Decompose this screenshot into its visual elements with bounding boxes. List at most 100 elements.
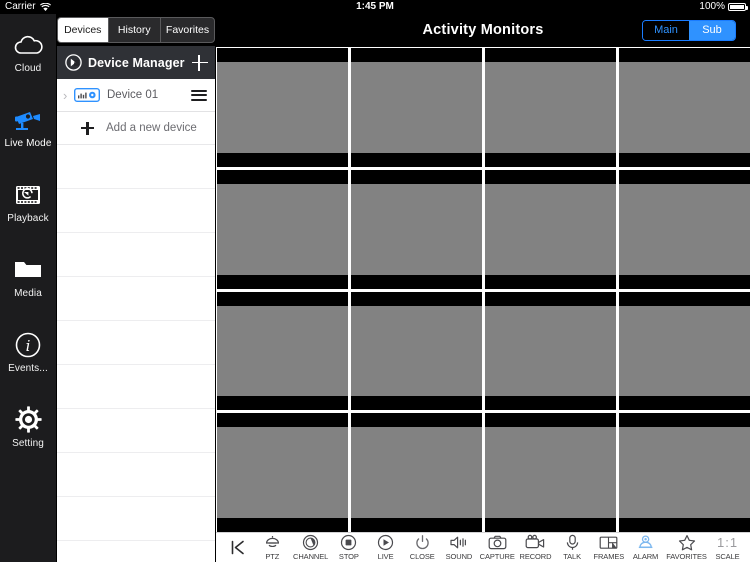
toolbar-button-record[interactable]: RECORD bbox=[519, 534, 552, 561]
toolbar-button-frames[interactable]: FRAMES bbox=[593, 534, 625, 561]
toolbar-item-list: PTZ CHANNEL STOP LIVE CLOSE SOUND CAPTURE RECOR… bbox=[252, 534, 750, 561]
toolbar-button-label: FAVORITES bbox=[666, 552, 707, 561]
info-icon: i bbox=[11, 330, 45, 360]
plus-icon bbox=[81, 121, 94, 135]
video-cell[interactable] bbox=[485, 48, 616, 167]
toolbar-button-label: CHANNEL bbox=[293, 552, 329, 561]
video-stream-area bbox=[351, 183, 482, 275]
toolbar-button-label: FRAMES bbox=[593, 552, 625, 561]
tab-history[interactable]: History bbox=[107, 17, 160, 43]
tab-devices[interactable]: Devices bbox=[57, 17, 108, 43]
empty-list-rows bbox=[57, 145, 215, 541]
power-icon bbox=[414, 534, 431, 551]
sidebar-nav: Cloud Live Mode Playback Media i Events.… bbox=[0, 14, 56, 562]
toolbar-button-label: PTZ bbox=[265, 552, 280, 561]
video-stream-area bbox=[485, 305, 616, 397]
sidebar-item-label: Live Mode bbox=[4, 137, 52, 149]
video-cell[interactable] bbox=[619, 291, 750, 411]
toolbar-button-scale[interactable]: 1:1 SCALE bbox=[712, 534, 744, 561]
tab-favorites[interactable]: Favorites bbox=[160, 17, 215, 43]
sidebar-item-events[interactable]: i Events... bbox=[0, 314, 56, 389]
device-manager-header: Device Manager bbox=[57, 46, 215, 79]
status-bar: Carrier 1:45 PM 100% bbox=[0, 0, 750, 14]
video-cell[interactable] bbox=[217, 169, 348, 289]
sidebar-item-media[interactable]: Media bbox=[0, 239, 56, 314]
video-stream-area bbox=[485, 183, 616, 275]
add-new-device-row[interactable]: Add a new device bbox=[57, 112, 215, 145]
toolbar-button-label: STOP bbox=[338, 552, 359, 561]
list-item[interactable]: › Device 01 bbox=[57, 79, 215, 112]
add-device-plus-button[interactable] bbox=[191, 54, 209, 72]
device-manager-title: Device Manager bbox=[88, 55, 185, 70]
video-cell[interactable] bbox=[217, 291, 348, 411]
video-stream-area bbox=[485, 427, 616, 518]
video-stream-area bbox=[351, 62, 482, 153]
video-cell[interactable] bbox=[351, 291, 482, 411]
toolbar-button-stop[interactable]: STOP bbox=[333, 534, 365, 561]
video-cell[interactable] bbox=[485, 291, 616, 411]
toolbar-button-sound[interactable]: SOUND bbox=[443, 534, 475, 561]
toolbar-button-label: LIVE bbox=[377, 552, 394, 561]
toolbar-button-close[interactable]: CLOSE bbox=[406, 534, 438, 561]
list-item-empty[interactable] bbox=[57, 233, 215, 277]
channel-lens-icon bbox=[302, 534, 319, 551]
star-icon bbox=[678, 534, 696, 551]
list-item-empty[interactable] bbox=[57, 497, 215, 541]
camera-photo-icon bbox=[488, 534, 507, 551]
toolbar-button-label: SCALE bbox=[715, 552, 740, 561]
playback-icon bbox=[11, 180, 45, 210]
video-stream-area bbox=[619, 183, 750, 275]
video-cell[interactable] bbox=[217, 413, 348, 532]
video-cell[interactable] bbox=[351, 48, 482, 167]
video-cell[interactable] bbox=[619, 413, 750, 532]
video-stream-area bbox=[619, 62, 750, 153]
toolbar-button-capture[interactable]: CAPTURE bbox=[480, 534, 515, 561]
toolbar-button-alarm[interactable]: ALARM bbox=[630, 534, 662, 561]
video-cell[interactable] bbox=[485, 169, 616, 289]
status-bar-right: 100% bbox=[699, 0, 748, 14]
video-cell[interactable] bbox=[619, 48, 750, 167]
video-stream-area bbox=[351, 427, 482, 518]
toolbar-button-live[interactable]: LIVE bbox=[370, 534, 402, 561]
video-camera-icon bbox=[525, 534, 545, 551]
main-header: Activity Monitors Main Sub bbox=[216, 14, 750, 47]
list-item-empty[interactable] bbox=[57, 321, 215, 365]
video-stream-area bbox=[217, 183, 348, 275]
video-stream-area bbox=[619, 427, 750, 518]
video-cell[interactable] bbox=[351, 169, 482, 289]
sidebar-item-label: Cloud bbox=[14, 62, 42, 74]
toolbar-button-label: CAPTURE bbox=[479, 552, 515, 561]
sidebar-item-label: Events... bbox=[8, 362, 48, 374]
battery-full-icon bbox=[728, 3, 748, 11]
list-item-empty[interactable] bbox=[57, 365, 215, 409]
list-item-empty[interactable] bbox=[57, 409, 215, 453]
toolbar-button-label: TALK bbox=[563, 552, 582, 561]
toolbar-button-channel[interactable]: CHANNEL bbox=[293, 534, 328, 561]
video-cell[interactable] bbox=[217, 48, 348, 167]
toolbar-button-talk[interactable]: TALK bbox=[556, 534, 588, 561]
video-cell[interactable] bbox=[485, 413, 616, 532]
sidebar-item-cloud[interactable]: Cloud bbox=[0, 14, 56, 89]
video-cell[interactable] bbox=[351, 413, 482, 532]
list-item-empty[interactable] bbox=[57, 453, 215, 497]
sidebar-item-playback[interactable]: Playback bbox=[0, 164, 56, 239]
scale-icon: 1:1 bbox=[717, 534, 738, 551]
svg-text:i: i bbox=[26, 337, 31, 355]
list-item-empty[interactable] bbox=[57, 277, 215, 321]
list-item-empty[interactable] bbox=[57, 189, 215, 233]
status-bar-time: 1:45 PM bbox=[356, 1, 394, 12]
toolbar-button-favorites[interactable]: FAVORITES bbox=[666, 534, 707, 561]
toolbar-button-ptz[interactable]: PTZ bbox=[256, 534, 288, 561]
skip-back-icon[interactable] bbox=[222, 533, 252, 562]
sidebar-item-setting[interactable]: Setting bbox=[0, 389, 56, 464]
bottom-toolbar: PTZ CHANNEL STOP LIVE CLOSE SOUND CAPTURE RECOR… bbox=[216, 532, 750, 562]
list-item-empty[interactable] bbox=[57, 145, 215, 189]
hamburger-menu-icon[interactable] bbox=[191, 89, 207, 101]
scale-ratio-value: 1:1 bbox=[716, 535, 739, 550]
battery-percent-label: 100% bbox=[699, 1, 725, 12]
stream-toggle-main[interactable]: Main bbox=[643, 21, 689, 40]
sidebar-item-live-mode[interactable]: Live Mode bbox=[0, 89, 56, 164]
chevron-right-icon[interactable]: › bbox=[63, 89, 72, 102]
stream-toggle-sub[interactable]: Sub bbox=[689, 21, 735, 40]
video-cell[interactable] bbox=[619, 169, 750, 289]
